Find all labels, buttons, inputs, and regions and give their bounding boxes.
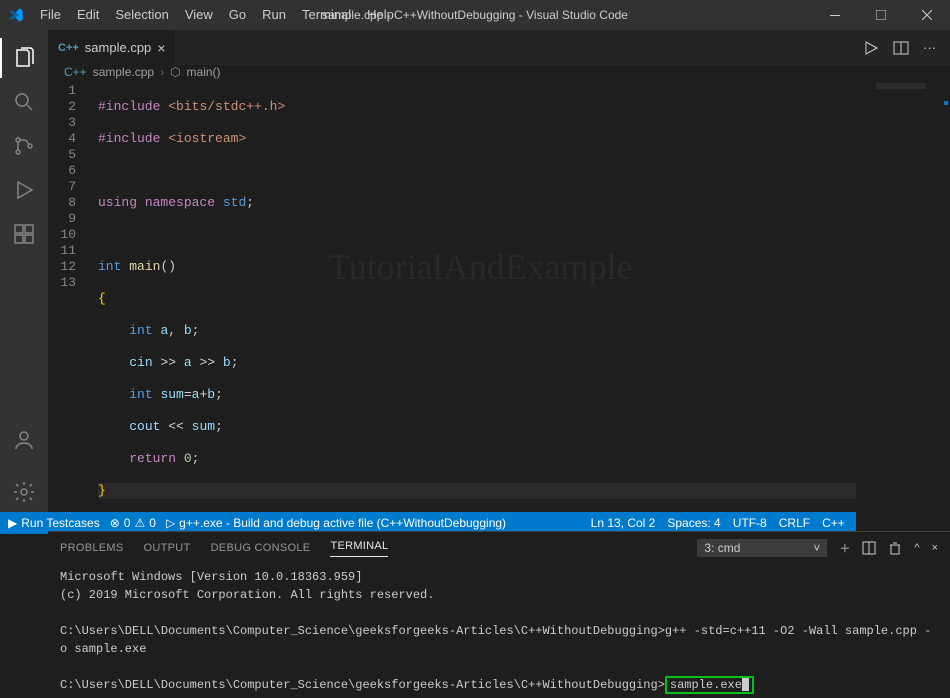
close-button[interactable] [904,0,950,30]
tab-sample-cpp[interactable]: C++ sample.cpp × [48,30,175,65]
highlighted-command: sample.exe [665,676,754,694]
chevron-right-icon: › [160,65,164,79]
menu-view[interactable]: View [177,0,221,30]
breadcrumb-file[interactable]: sample.cpp [93,65,154,79]
code-editor[interactable]: 12345678910111213 #include <bits/stdc++.… [48,79,950,531]
terminal-selector[interactable]: 3: cmd˅ [697,539,827,557]
tab-close-icon[interactable]: × [157,40,165,56]
menu-run[interactable]: Run [254,0,294,30]
bottom-panel: Problems Output Debug Console Terminal 3… [48,531,950,698]
search-icon[interactable] [0,82,48,122]
editor-tabs: C++ sample.cpp × ··· [48,30,950,65]
titlebar: File Edit Selection View Go Run Terminal… [0,0,950,30]
menu-go[interactable]: Go [221,0,254,30]
chevron-down-icon: ˅ [813,541,820,555]
activity-bar [0,30,48,512]
new-terminal-icon[interactable]: ＋ [839,540,850,556]
function-icon: ⬡ [170,65,180,79]
maximize-panel-icon[interactable]: ^ [914,542,919,554]
minimize-button[interactable] [812,0,858,30]
editor-area: C++ sample.cpp × ··· C++ sample.cpp › ⬡ … [48,30,950,512]
settings-gear-icon[interactable] [0,472,48,512]
tab-label: sample.cpp [85,40,151,55]
cpp-file-icon: C++ [64,65,87,79]
code-content[interactable]: #include <bits/stdc++.h> #include <iostr… [88,79,856,531]
menu-edit[interactable]: Edit [69,0,107,30]
panel-tab-debug[interactable]: Debug Console [211,542,311,554]
run-file-icon[interactable] [863,40,879,56]
accounts-icon[interactable] [0,420,48,460]
terminal-content[interactable]: Microsoft Windows [Version 10.0.18363.95… [48,564,950,698]
terminal-cursor [742,678,749,691]
breadcrumb[interactable]: C++ sample.cpp › ⬡ main() [48,65,950,79]
split-terminal-icon[interactable] [862,541,876,555]
kill-terminal-icon[interactable] [888,541,902,555]
more-actions-icon[interactable]: ··· [923,40,936,56]
explorer-icon[interactable] [0,38,48,78]
cpp-file-icon: C++ [58,42,79,54]
overview-ruler[interactable] [936,79,950,531]
line-numbers: 12345678910111213 [48,79,88,531]
panel-tab-output[interactable]: Output [144,542,191,554]
breadcrumb-symbol[interactable]: main() [187,65,221,79]
run-debug-icon[interactable] [0,170,48,210]
window-title: sample.cpp - C++WithoutDebugging - Visua… [322,8,628,22]
maximize-button[interactable] [858,0,904,30]
source-control-icon[interactable] [0,126,48,166]
close-panel-icon[interactable]: × [932,542,938,554]
panel-tab-problems[interactable]: Problems [60,542,124,554]
split-editor-icon[interactable] [893,40,909,56]
minimap[interactable] [856,79,936,531]
vscode-logo-icon [8,7,24,23]
menu-selection[interactable]: Selection [107,0,176,30]
panel-tab-terminal[interactable]: Terminal [330,540,388,557]
menu-file[interactable]: File [32,0,69,30]
extensions-icon[interactable] [0,214,48,254]
